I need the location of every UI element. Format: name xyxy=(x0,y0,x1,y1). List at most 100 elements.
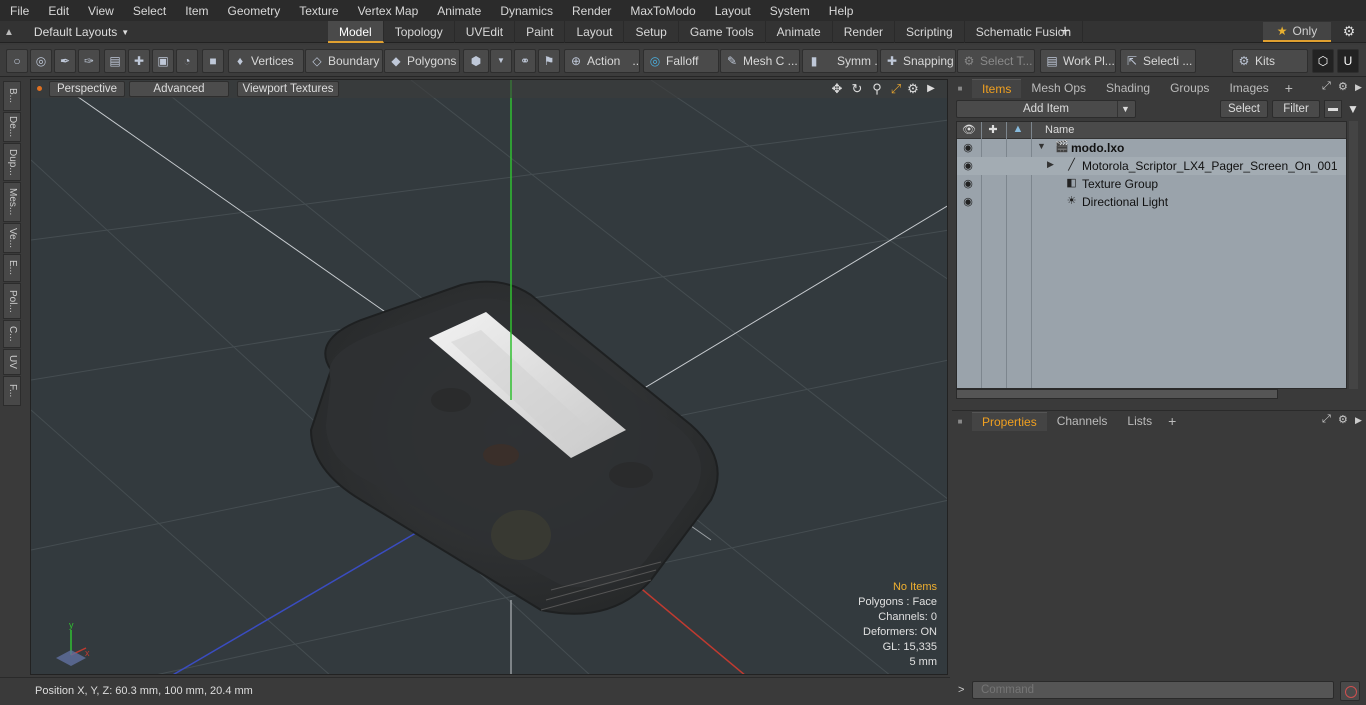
eye-icon[interactable]: ◉ xyxy=(961,195,975,209)
symmetry-icon[interactable]: ⚭ xyxy=(514,49,536,73)
visibility-eye-icon[interactable]: 👁 xyxy=(961,123,977,138)
work-plane-button[interactable]: ▤ Work Pl... xyxy=(1040,49,1116,73)
menu-view[interactable]: View xyxy=(78,4,123,18)
shield-icon[interactable]: ⚑ xyxy=(538,49,560,73)
action-button[interactable]: ⊕ Action... xyxy=(564,49,640,73)
menu-texture[interactable]: Texture xyxy=(289,4,347,18)
panel-arrow-icon[interactable]: ▶ xyxy=(1355,82,1362,93)
only-toggle-button[interactable]: ★ Only xyxy=(1263,22,1331,42)
tab-groups[interactable]: Groups xyxy=(1160,79,1219,98)
eye-icon[interactable]: ◉ xyxy=(961,141,975,155)
menu-file[interactable]: File xyxy=(0,4,38,18)
polygons-button[interactable]: ◆ Polygons xyxy=(384,49,460,73)
add-tab-plus-icon[interactable]: + xyxy=(1057,22,1073,42)
tab-uvedit[interactable]: UVEdit xyxy=(455,21,516,43)
expand-right-icon[interactable]: ▶ xyxy=(1047,159,1054,170)
left-tab-vertex[interactable]: Ve... xyxy=(3,223,21,253)
lock-column-icon[interactable]: ✚ xyxy=(985,123,1001,138)
record-macro-icon[interactable] xyxy=(1340,681,1360,701)
menu-dynamics[interactable]: Dynamics xyxy=(490,4,562,18)
left-tab-uv[interactable]: UV xyxy=(3,349,21,375)
panel-gear-icon[interactable]: ⚙ xyxy=(1338,413,1348,426)
left-tab-edge[interactable]: E... xyxy=(3,254,21,282)
perspective-button[interactable]: Perspective xyxy=(49,81,125,97)
tab-model[interactable]: Model xyxy=(328,21,384,43)
3d-viewport[interactable]: y x Perspective Advanced Viewport Textur… xyxy=(30,79,948,675)
selection-sets-button[interactable]: ⇱ Selecti ... xyxy=(1120,49,1196,73)
tab-channels[interactable]: Channels xyxy=(1047,412,1118,431)
menu-edit[interactable]: Edit xyxy=(38,4,78,18)
viewport-textures-button[interactable]: Viewport Textures xyxy=(237,81,339,97)
viewport-gear-icon[interactable]: ⚙ xyxy=(905,81,921,97)
tab-lists[interactable]: Lists xyxy=(1117,412,1162,431)
gear-icon[interactable]: ⚙ xyxy=(1340,23,1358,41)
symmetry-button[interactable]: ▮ Symm ... xyxy=(802,49,878,73)
tree-row-texture-group[interactable]: ◉ ◧ Texture Group xyxy=(957,175,1346,193)
move-view-icon[interactable]: ✥ xyxy=(829,81,845,97)
eye-icon[interactable]: ◉ xyxy=(961,159,975,173)
cube-icon[interactable]: ⬢ xyxy=(463,49,489,73)
tree-vertical-scrollbar[interactable] xyxy=(1349,121,1358,389)
vertices-button[interactable]: ♦ Vertices xyxy=(228,49,304,73)
funnel-icon[interactable]: ▼ xyxy=(1344,100,1362,118)
tab-layout[interactable]: Layout xyxy=(565,21,625,43)
left-tab-curve[interactable]: C... xyxy=(3,320,21,348)
circle-select-icon[interactable]: ○ xyxy=(6,49,28,73)
tab-shading[interactable]: Shading xyxy=(1096,79,1160,98)
menu-select[interactable]: Select xyxy=(123,4,175,18)
items-mode-icon[interactable]: ■ xyxy=(202,49,224,73)
boundary-button[interactable]: ◇ Boundary xyxy=(305,49,383,73)
tab-render[interactable]: Render xyxy=(833,21,896,43)
unity-icon[interactable]: ⬡ xyxy=(1312,49,1334,73)
tab-images[interactable]: Images xyxy=(1219,79,1278,98)
globe-icon[interactable]: ◎ xyxy=(30,49,52,73)
tab-items[interactable]: Items xyxy=(972,79,1022,98)
left-tab-deform[interactable]: De... xyxy=(3,112,21,142)
add-tab-plus-icon[interactable]: + xyxy=(1279,79,1299,98)
unreal-icon[interactable]: U xyxy=(1337,49,1359,73)
menu-layout[interactable]: Layout xyxy=(705,4,760,18)
add-item-dropdown[interactable]: Add Item ▼ xyxy=(956,100,1136,118)
tab-game-tools[interactable]: Game Tools xyxy=(679,21,766,43)
panel-arrow-icon[interactable]: ▶ xyxy=(1355,415,1362,426)
select-through-button[interactable]: ⚙ Select T... xyxy=(957,49,1035,73)
viewport-options-dot-icon[interactable] xyxy=(37,86,42,91)
advanced-button[interactable]: Advanced xyxy=(129,81,229,97)
left-tab-fusion[interactable]: F... xyxy=(3,376,21,406)
play-arrow-icon[interactable]: ▶ xyxy=(923,81,939,97)
add-tab-plus-icon[interactable]: + xyxy=(1162,412,1182,431)
menu-help[interactable]: Help xyxy=(819,4,863,18)
menu-vertex-map[interactable]: Vertex Map xyxy=(348,4,428,18)
brush-icon[interactable]: ✑ xyxy=(78,49,100,73)
maximize-icon[interactable]: ⤢ xyxy=(888,81,904,97)
panel-gear-icon[interactable]: ⚙ xyxy=(1338,80,1348,93)
left-tab-polygon[interactable]: Pol... xyxy=(3,283,21,319)
tab-animate[interactable]: Animate xyxy=(766,21,833,43)
snapping-button[interactable]: ✚ Snapping xyxy=(880,49,956,73)
center-icon[interactable]: ✚ xyxy=(128,49,150,73)
tab-setup[interactable]: Setup xyxy=(624,21,679,43)
filter-button[interactable]: Filter xyxy=(1272,100,1320,118)
select-button[interactable]: Select xyxy=(1220,100,1268,118)
chevron-down-icon[interactable]: ▼ xyxy=(490,49,512,73)
tab-paint[interactable]: Paint xyxy=(515,21,566,43)
left-tab-basic[interactable]: B... xyxy=(3,81,21,111)
kits-button[interactable]: ⚙ Kits xyxy=(1232,49,1308,73)
panel-expand-icon[interactable]: ⤢ xyxy=(1322,413,1331,426)
layouts-dropdown[interactable]: ▲ Default Layouts ▼ xyxy=(4,21,129,43)
pen-tool-icon[interactable]: ✒ xyxy=(54,49,76,73)
left-tab-duplicate[interactable]: Dup... xyxy=(3,143,21,181)
mesh-constraint-button[interactable]: ✎ Mesh C ... xyxy=(720,49,800,73)
tab-scripting[interactable]: Scripting xyxy=(895,21,965,43)
panel-expand-icon[interactable]: ⤢ xyxy=(1322,80,1331,93)
tab-topology[interactable]: Topology xyxy=(384,21,455,43)
eye-icon[interactable]: ◉ xyxy=(961,177,975,191)
rotate-view-icon[interactable]: ↻ xyxy=(849,81,865,97)
pie-icon[interactable]: ◔ xyxy=(176,49,198,73)
tree-row-scene[interactable]: ◉ ▼ 🎬 modo.lxo xyxy=(957,139,1346,157)
collapse-icon[interactable]: ▬ xyxy=(1324,100,1342,118)
menu-render[interactable]: Render xyxy=(562,4,620,18)
tab-mesh-ops[interactable]: Mesh Ops xyxy=(1021,79,1096,98)
menu-animate[interactable]: Animate xyxy=(427,4,490,18)
tree-row-mesh[interactable]: ◉ ▶ ╱ Motorola_Scriptor_LX4_Pager_Screen… xyxy=(957,157,1346,175)
